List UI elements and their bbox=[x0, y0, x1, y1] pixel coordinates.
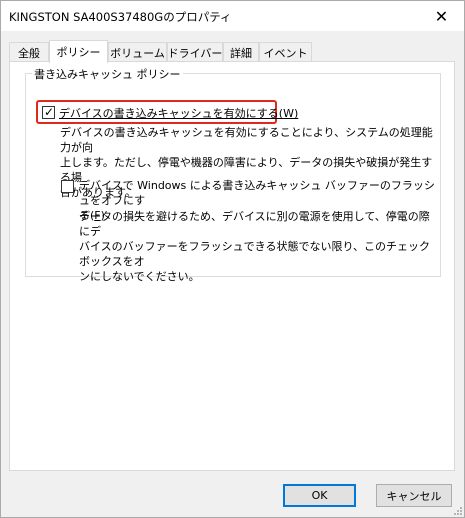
disable-buffer-flush-description: データの損失を避けるため、デバイスに別の電源を使用して、停電の際にデ バイスのバ… bbox=[79, 210, 431, 283]
window-title: KINGSTON SA400S37480Gのプロパティ bbox=[9, 10, 232, 24]
ok-button[interactable]: OK bbox=[283, 484, 356, 507]
close-icon: ✕ bbox=[434, 6, 449, 26]
policy-tab-panel: 書き込みキャッシュ ポリシー ✓ デバイスの書き込みキャッシュを有効にする(W)… bbox=[9, 61, 455, 471]
tab-events[interactable]: イベント bbox=[259, 42, 312, 62]
enable-write-cache-checkbox[interactable]: ✓ bbox=[42, 105, 55, 119]
checkmark-icon: ✓ bbox=[44, 105, 55, 119]
resize-grip-icon[interactable] bbox=[452, 505, 462, 515]
tab-policy[interactable]: ポリシー bbox=[49, 40, 108, 63]
tab-strip: 全般 ポリシー ボリューム ドライバー 詳細 イベント bbox=[9, 40, 455, 63]
group-title: 書き込みキャッシュ ポリシー bbox=[32, 66, 183, 82]
close-button[interactable]: ✕ bbox=[419, 1, 464, 31]
tab-volume[interactable]: ボリューム bbox=[108, 42, 167, 62]
tab-details[interactable]: 詳細 bbox=[223, 42, 259, 62]
write-cache-policy-group: 書き込みキャッシュ ポリシー ✓ デバイスの書き込みキャッシュを有効にする(W)… bbox=[25, 66, 441, 283]
enable-write-cache-label[interactable]: デバイスの書き込みキャッシュを有効にする(W) bbox=[59, 105, 298, 121]
tab-driver[interactable]: ドライバー bbox=[167, 42, 223, 62]
title-bar: KINGSTON SA400S37480Gのプロパティ ✕ bbox=[1, 1, 464, 31]
disable-buffer-flush-checkbox[interactable] bbox=[61, 180, 74, 193]
cancel-button[interactable]: キャンセル bbox=[376, 484, 452, 507]
properties-dialog: KINGSTON SA400S37480Gのプロパティ ✕ 全般 ポリシー ボリ… bbox=[0, 0, 465, 518]
tab-general[interactable]: 全般 bbox=[9, 42, 49, 62]
